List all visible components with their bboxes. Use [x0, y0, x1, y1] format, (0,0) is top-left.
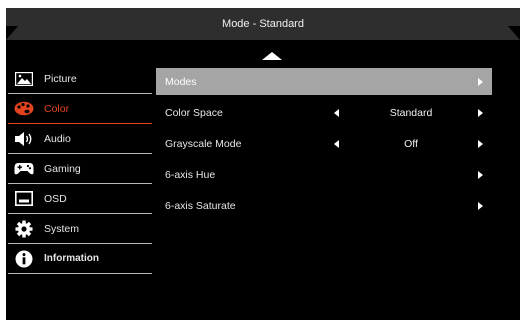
setting-row-6-axis-hue[interactable]: 6-axis Hue: [156, 161, 492, 188]
speaker-icon: [14, 130, 34, 148]
chevron-left-icon[interactable]: [334, 139, 339, 148]
setting-row-color-space[interactable]: Color Space Standard: [156, 99, 492, 126]
sidebar-item-label: OSD: [44, 192, 67, 205]
scroll-up-icon[interactable]: [262, 52, 282, 60]
setting-label: Color Space: [165, 106, 223, 119]
sidebar-item-color[interactable]: Color: [8, 94, 152, 124]
chevron-right-icon[interactable]: [478, 77, 483, 86]
setting-value: Off: [404, 137, 418, 150]
setting-row-grayscale-mode[interactable]: Grayscale Mode Off: [156, 130, 492, 157]
settings-list: Modes Color Space Standard Grayscale Mod…: [156, 68, 492, 223]
info-icon: [14, 250, 34, 268]
setting-row-6-axis-saturate[interactable]: 6-axis Saturate: [156, 192, 492, 219]
sidebar-item-label: Color: [44, 102, 70, 115]
sidebar-item-label: Gaming: [44, 162, 81, 175]
sidebar-item-audio[interactable]: Audio: [8, 124, 152, 154]
sidebar-item-information[interactable]: Information: [8, 244, 152, 274]
sidebar-item-osd[interactable]: OSD: [8, 184, 152, 214]
gear-icon: [14, 220, 34, 238]
osd-icon: [14, 190, 34, 208]
sidebar: Picture Color Audio Gaming OSD System In…: [8, 64, 152, 274]
sidebar-item-label: System: [44, 222, 80, 235]
sidebar-item-label: Picture: [44, 72, 77, 85]
setting-label: Grayscale Mode: [165, 137, 242, 150]
chevron-right-icon[interactable]: [478, 170, 483, 179]
picture-icon: [14, 70, 34, 88]
setting-row-modes[interactable]: Modes: [156, 68, 492, 95]
sidebar-item-gaming[interactable]: Gaming: [8, 154, 152, 184]
sidebar-item-picture[interactable]: Picture: [8, 64, 152, 94]
sidebar-item-label: Information: [44, 253, 99, 264]
chevron-right-icon[interactable]: [478, 201, 483, 210]
osd-menu: Mode - Standard Picture Color Audio Gami…: [6, 8, 520, 320]
menu-title: Mode - Standard: [6, 8, 520, 40]
chevron-right-icon[interactable]: [478, 139, 483, 148]
setting-label: 6-axis Hue: [165, 168, 216, 181]
setting-label: Modes: [165, 75, 197, 88]
sidebar-item-label: Audio: [44, 132, 71, 145]
chevron-left-icon[interactable]: [334, 108, 339, 117]
gamepad-icon: [14, 160, 34, 178]
setting-label: 6-axis Saturate: [165, 199, 236, 212]
setting-value: Standard: [389, 106, 433, 119]
sidebar-item-system[interactable]: System: [8, 214, 152, 244]
palette-icon: [14, 100, 34, 118]
chevron-right-icon[interactable]: [478, 108, 483, 117]
